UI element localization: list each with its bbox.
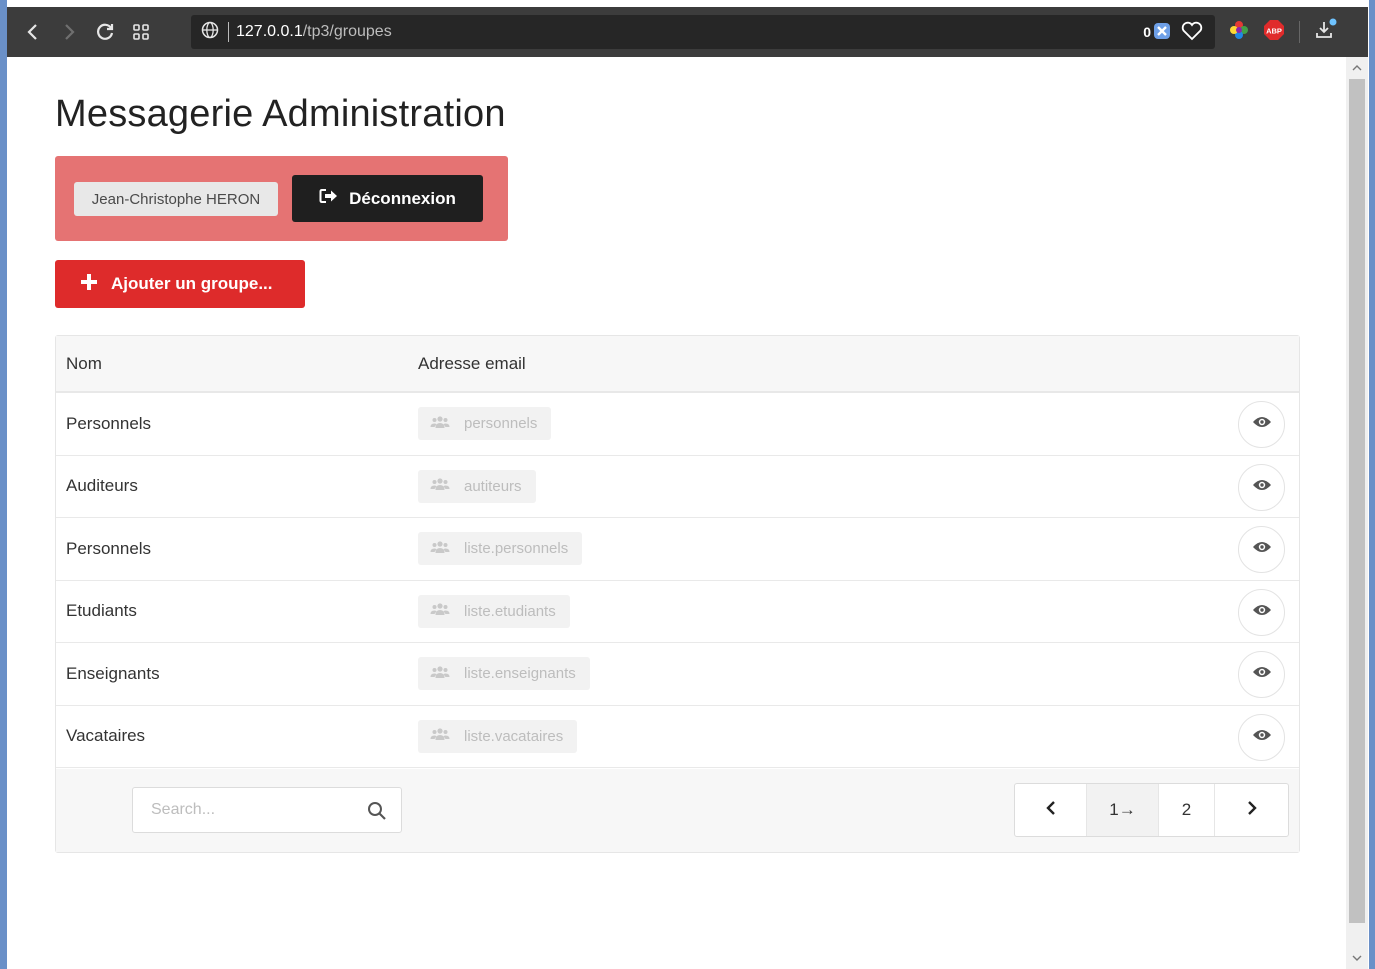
forward-button[interactable] [51, 14, 87, 50]
search-input[interactable] [133, 788, 363, 832]
table-row: Auditeurs autiteurs [56, 456, 1299, 518]
reload-button[interactable] [87, 14, 123, 50]
eye-icon [1252, 728, 1272, 747]
search-icon[interactable] [367, 801, 387, 826]
email-value: autiteurs [464, 477, 522, 495]
table-row: Vacataires liste.vacataires [56, 706, 1299, 768]
table-header: Nom Adresse email [56, 336, 1299, 393]
address-bar[interactable]: 127.0.0.1 /tp3/groupes 0 [191, 15, 1215, 49]
page-scrollbar[interactable] [1346, 57, 1368, 969]
email-tag: personnels [418, 407, 552, 441]
url-separator [228, 22, 229, 42]
pagination: 1→ 2 [1014, 783, 1289, 837]
eye-icon [1252, 665, 1272, 684]
table-body: Personnels personnels Auditeurs autiteurs Pe… [56, 393, 1299, 768]
table-row: Personnels personnels [56, 393, 1299, 456]
tracker-badge[interactable]: 0 [1143, 22, 1171, 43]
view-group-button[interactable] [1238, 401, 1285, 448]
eye-icon [1252, 540, 1272, 559]
users-icon [430, 477, 450, 495]
pagination-next-button[interactable] [1215, 784, 1288, 836]
browser-toolbar: 127.0.0.1 /tp3/groupes 0 ABP [7, 7, 1368, 57]
add-group-button[interactable]: Ajouter un groupe... [55, 260, 305, 308]
group-name-cell: Etudiants [66, 601, 137, 621]
search-box [132, 787, 402, 833]
view-group-button[interactable] [1238, 651, 1285, 698]
chevron-left-icon [1045, 800, 1057, 821]
table-row: Enseignants liste.enseignants [56, 643, 1299, 706]
groups-table: Nom Adresse email Personnels personnels Au… [55, 335, 1300, 853]
group-name-cell: Personnels [66, 413, 152, 433]
email-value: personnels [464, 415, 538, 433]
users-icon [430, 727, 450, 745]
eye-icon [1252, 415, 1272, 434]
group-name-cell: Auditeurs [66, 476, 138, 496]
plus-icon [81, 273, 97, 295]
email-tag: autiteurs [418, 469, 536, 503]
speed-dial-icon[interactable] [123, 14, 159, 50]
url-host: 127.0.0.1 [236, 23, 303, 40]
users-icon [430, 602, 450, 620]
group-name-cell: Vacataires [66, 726, 146, 746]
back-button[interactable] [15, 14, 51, 50]
group-name-cell: Enseignants [66, 663, 160, 683]
eye-icon [1252, 478, 1272, 497]
email-value: liste.etudiants [464, 602, 556, 620]
pagination-prev-button[interactable] [1015, 784, 1087, 836]
users-icon [430, 540, 450, 558]
email-value: liste.enseignants [464, 665, 576, 683]
table-row: Etudiants liste.etudiants [56, 581, 1299, 643]
view-group-button[interactable] [1238, 713, 1285, 761]
column-header-name[interactable]: Nom [56, 354, 408, 374]
scroll-up-arrow-icon[interactable] [1346, 59, 1368, 77]
globe-icon [201, 21, 219, 44]
group-name-cell: Personnels [66, 538, 152, 558]
download-icon[interactable] [1314, 18, 1338, 47]
email-value: liste.vacataires [464, 727, 564, 745]
column-header-email[interactable]: Adresse email [408, 354, 526, 374]
table-footer: 1→ 2 [56, 769, 1299, 852]
tracker-count: 0 [1143, 24, 1151, 40]
eye-icon [1252, 603, 1272, 622]
users-icon [430, 415, 450, 433]
users-icon [430, 665, 450, 683]
tracker-blocker-icon [1153, 22, 1171, 43]
user-name-badge: Jean-Christophe HERON [74, 182, 278, 216]
logout-button[interactable]: Déconnexion [292, 175, 483, 222]
url-path: /tp3/groupes [302, 23, 392, 40]
chevron-right-icon [1246, 800, 1258, 821]
page-title: Messagerie Administration [55, 93, 506, 135]
email-tag: liste.enseignants [418, 657, 590, 691]
toolbar-divider [1299, 21, 1300, 43]
view-group-button[interactable] [1238, 526, 1285, 573]
view-group-button[interactable] [1238, 588, 1285, 636]
email-tag: liste.personnels [418, 532, 583, 566]
scroll-down-arrow-icon[interactable] [1346, 949, 1368, 967]
add-group-label: Ajouter un groupe... [111, 274, 273, 293]
page-content: Messagerie Administration Jean-Christoph… [7, 57, 1346, 969]
adblock-icon[interactable]: ABP [1263, 19, 1285, 46]
svg-text:ABP: ABP [1266, 26, 1282, 35]
user-panel: Jean-Christophe HERON Déconnexion [55, 156, 508, 241]
heart-icon[interactable] [1181, 21, 1203, 44]
email-value: liste.personnels [464, 540, 569, 558]
scroll-thumb[interactable] [1349, 79, 1365, 923]
color-picker-extension-icon[interactable] [1229, 20, 1249, 45]
logout-label: Déconnexion [349, 188, 456, 208]
email-tag: liste.etudiants [418, 594, 570, 628]
pagination-page-2[interactable]: 2 [1159, 784, 1215, 836]
email-tag: liste.vacataires [418, 719, 578, 753]
pagination-page-current[interactable]: 1→ [1087, 784, 1159, 836]
table-row: Personnels liste.personnels [56, 518, 1299, 581]
view-group-button[interactable] [1238, 463, 1285, 511]
sign-out-icon [319, 188, 339, 209]
